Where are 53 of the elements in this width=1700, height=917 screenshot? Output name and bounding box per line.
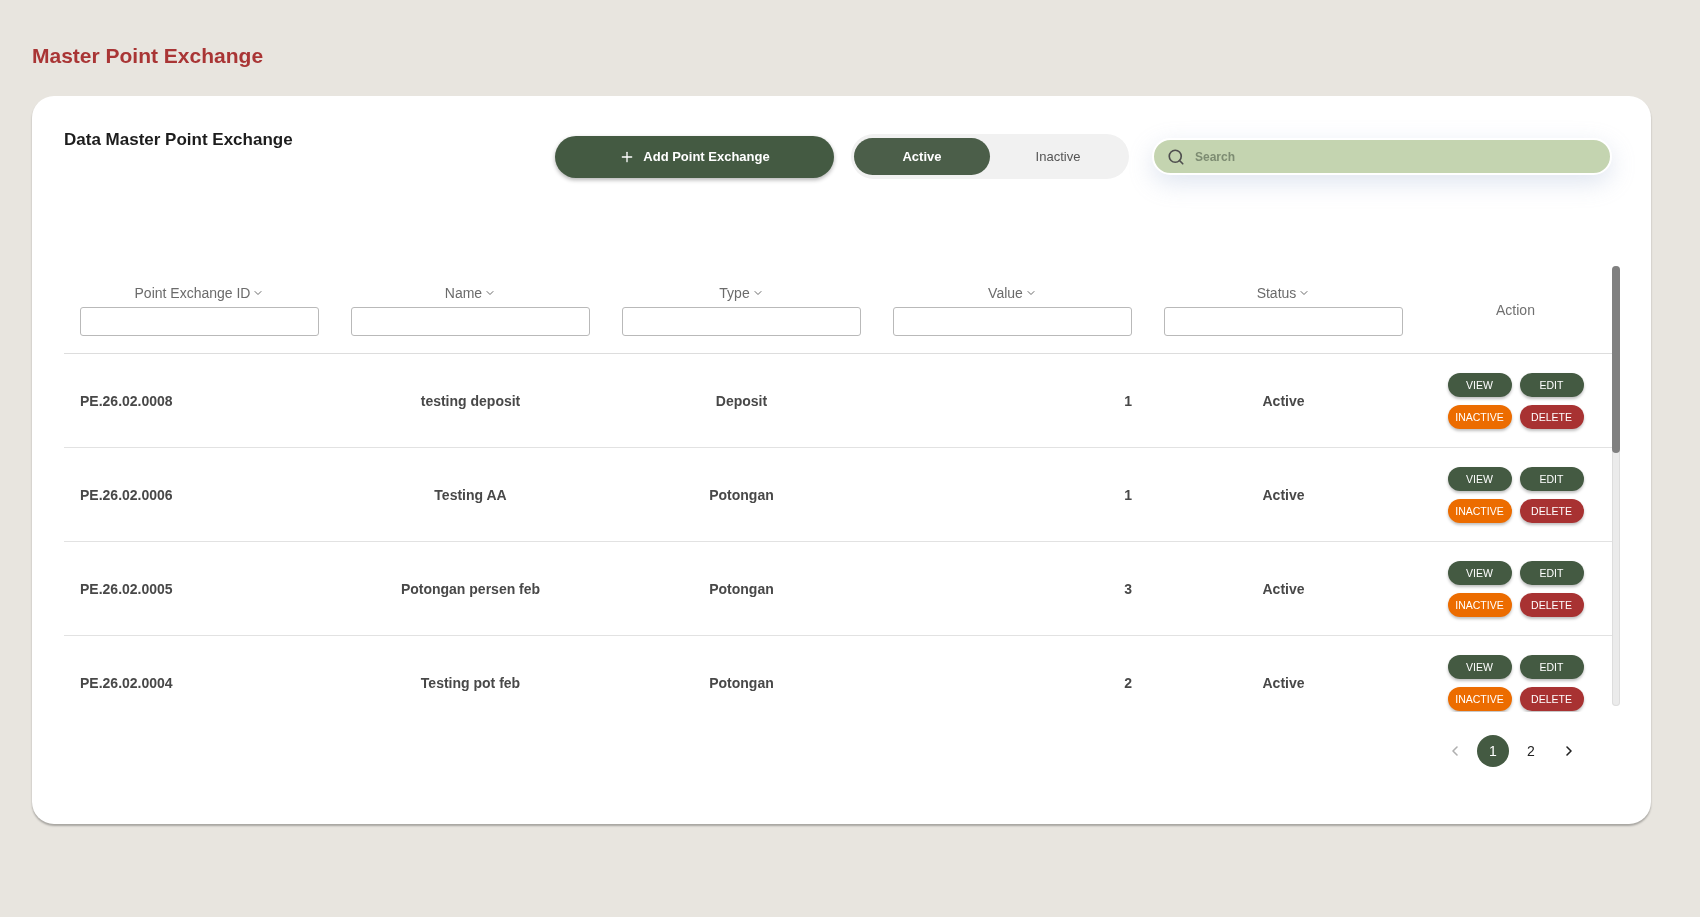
column-sort-button[interactable]: Point Exchange ID [134, 285, 265, 301]
column-sort-button[interactable]: Status [1256, 285, 1311, 301]
view-button[interactable]: VIEW [1447, 560, 1512, 585]
table-cell: Potongan [709, 580, 774, 597]
table-cell: PE.26.02.0005 [80, 580, 173, 597]
page-button[interactable]: 1 [1477, 735, 1509, 767]
status-tab[interactable]: Active [854, 138, 990, 175]
view-button[interactable]: VIEW [1447, 466, 1512, 491]
table-cell: 2 [1124, 674, 1132, 691]
status-tab[interactable]: Inactive [990, 138, 1126, 175]
table-cell: 3 [1124, 580, 1132, 597]
delete-button[interactable]: DELETE [1519, 686, 1584, 711]
edit-button[interactable]: EDIT [1519, 560, 1584, 585]
table-cell: Potongan [709, 674, 774, 691]
page-button[interactable]: 2 [1515, 735, 1547, 767]
column-sort-button[interactable]: Name [444, 285, 497, 301]
page-title: Master Point Exchange [32, 44, 264, 68]
filter-input[interactable] [1164, 307, 1403, 336]
table-cell: testing deposit [420, 392, 521, 409]
scrollbar-thumb[interactable] [1612, 266, 1620, 453]
table-cell: 1 [1124, 486, 1132, 503]
table-cell: PE.26.02.0008 [80, 392, 173, 409]
table-cell: 1 [1124, 392, 1132, 409]
edit-button[interactable]: EDIT [1519, 466, 1584, 491]
table-cell: Potongan persen feb [400, 580, 541, 597]
column-sort-button[interactable]: Value [988, 285, 1037, 301]
search-field[interactable]: Search [1152, 138, 1612, 175]
table-cell: Testing AA [434, 486, 507, 503]
delete-button[interactable]: DELETE [1519, 592, 1584, 617]
view-button[interactable]: VIEW [1447, 654, 1512, 679]
edit-button[interactable]: EDIT [1519, 654, 1584, 679]
column-sort-button[interactable]: Type [719, 285, 764, 301]
view-button[interactable]: VIEW [1447, 372, 1512, 397]
filter-input[interactable] [893, 307, 1132, 336]
search-icon [1167, 148, 1185, 166]
table-cell: Testing pot feb [420, 674, 521, 691]
filter-input[interactable] [622, 307, 861, 336]
filter-input[interactable] [351, 307, 590, 336]
table-cell: PE.26.02.0004 [80, 674, 173, 691]
card-title: Data Master Point Exchange [64, 130, 293, 150]
column-header: Action [1496, 301, 1535, 318]
table-cell: Active [1262, 674, 1305, 691]
delete-button[interactable]: DELETE [1519, 404, 1584, 429]
table-cell: Active [1262, 392, 1305, 409]
table-cell: Active [1262, 486, 1305, 503]
table-cell: Deposit [715, 392, 768, 409]
filter-input[interactable] [80, 307, 319, 336]
edit-button[interactable]: EDIT [1519, 372, 1584, 397]
delete-button[interactable]: DELETE [1519, 498, 1584, 523]
table-cell: Active [1262, 580, 1305, 597]
table-cell: Potongan [709, 486, 774, 503]
add-button[interactable]: Add Point Exchange [555, 135, 834, 178]
table-cell: PE.26.02.0006 [80, 486, 173, 503]
